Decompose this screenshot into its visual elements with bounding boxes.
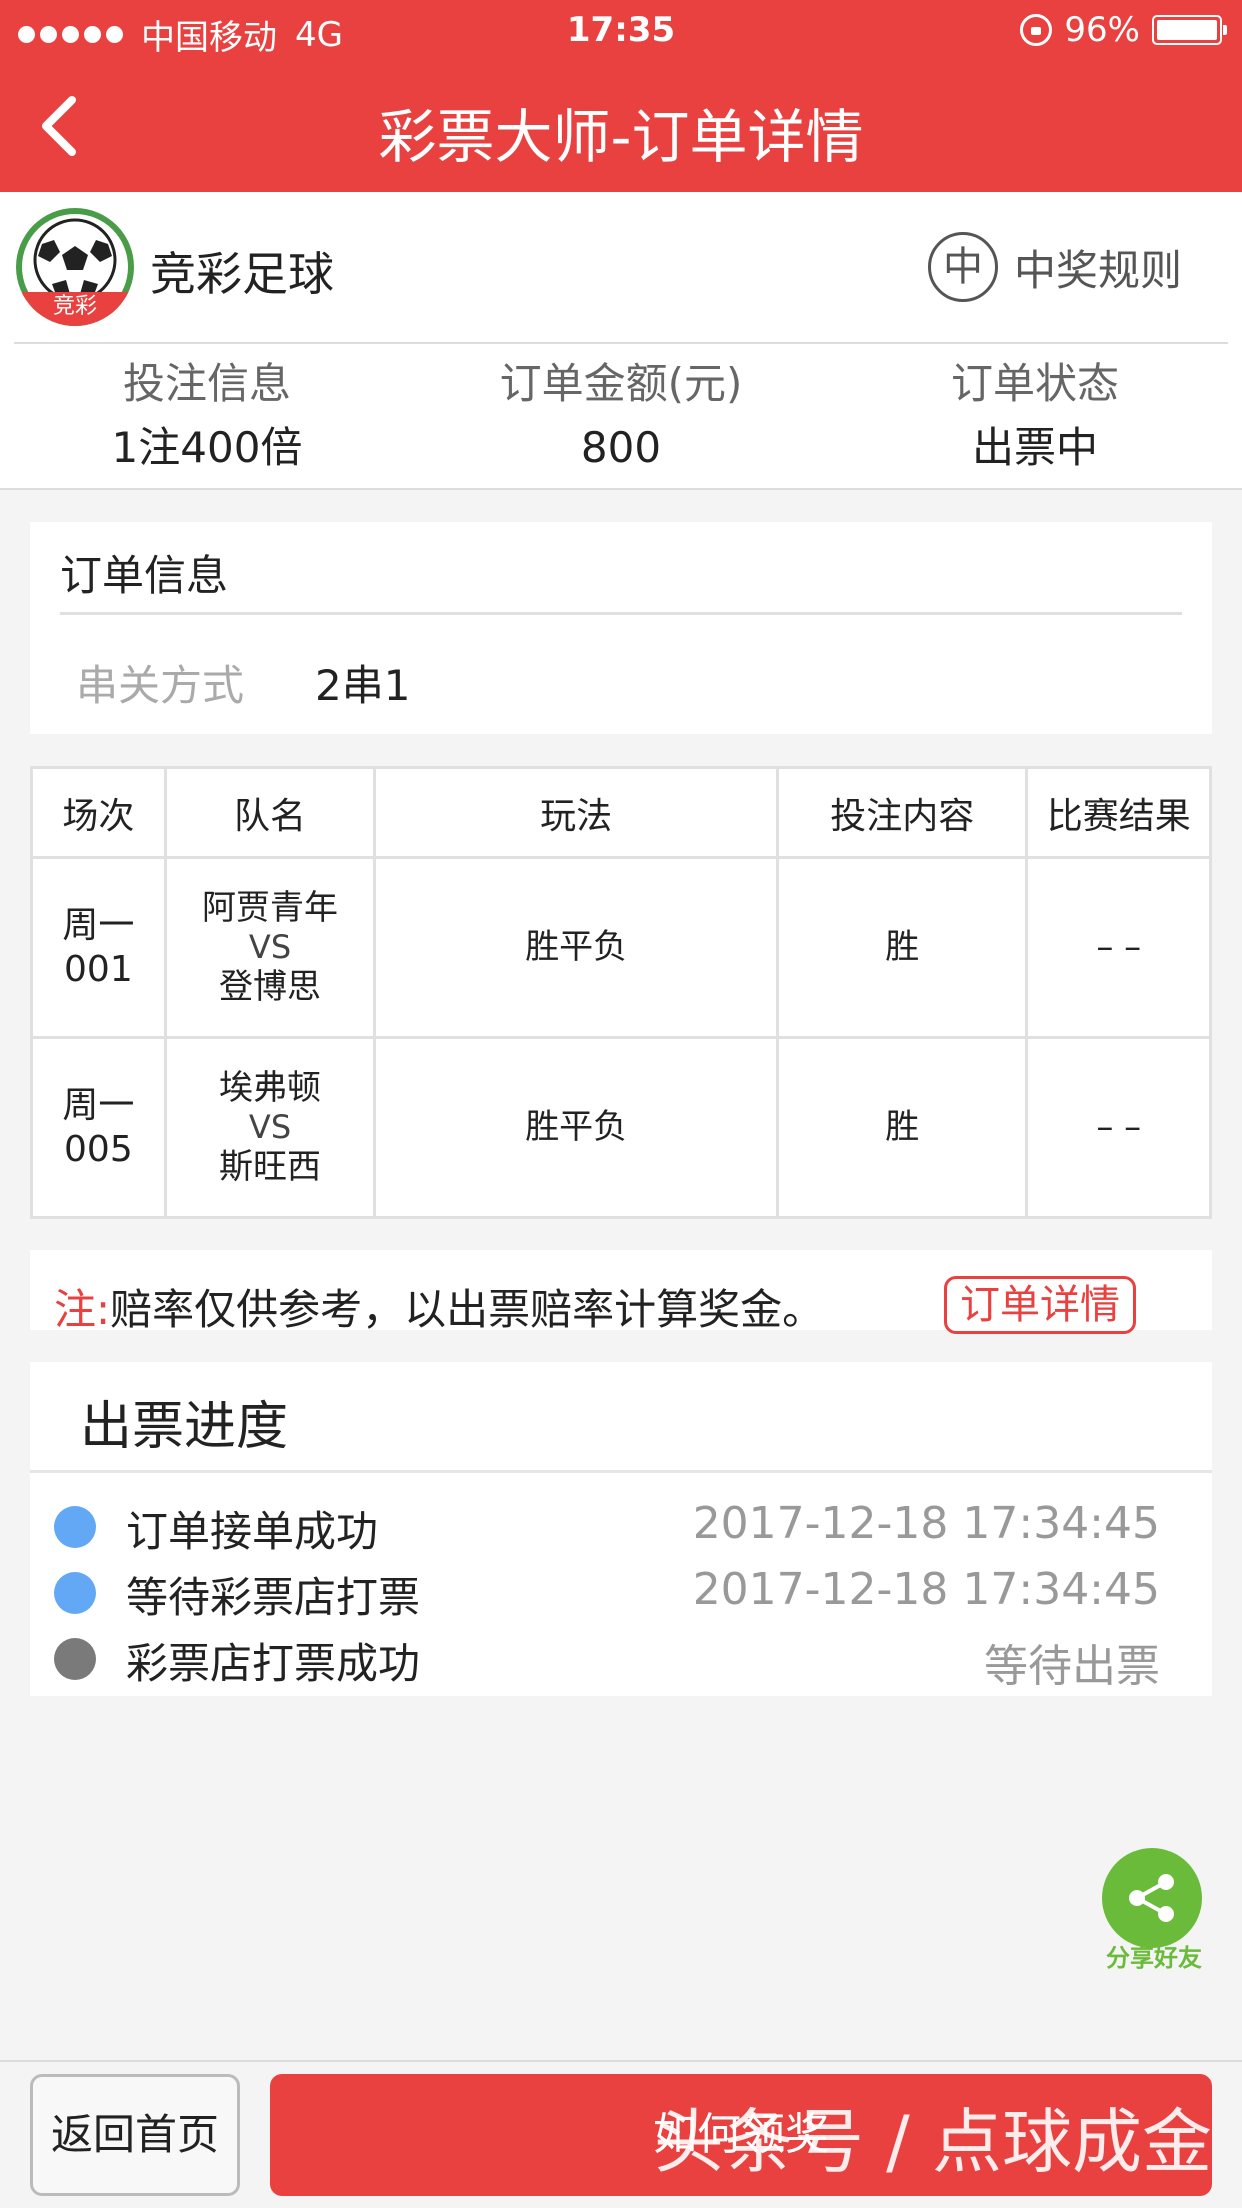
match-number: 005 — [64, 1128, 133, 1170]
ticket-progress-panel: 出票进度 订单接单成功 2017-12-18 17:34:45 等待彩票店打票 … — [30, 1362, 1212, 1696]
order-header: 竞彩 竞彩足球 中 中奖规则 投注信息 1注400倍 订单金额(元) 800 订… — [0, 192, 1242, 490]
match-day: 周一 — [62, 1085, 135, 1127]
play-type-cell: 胜平负 — [373, 1036, 780, 1219]
match-seq-cell: 周一 005 — [30, 1036, 167, 1219]
home-team: 阿贾青年 — [202, 887, 339, 928]
column-header: 投注内容 — [776, 766, 1029, 859]
summary-order-status: 订单状态 出票中 — [828, 352, 1242, 480]
summary-label: 订单金额(元) — [499, 359, 743, 408]
watermark: 头条号 / 点球成金 — [653, 2101, 1212, 2183]
step-done-dot-icon — [54, 1506, 96, 1548]
prize-rules-label: 中奖规则 — [1013, 245, 1182, 295]
bet-content-cell: 胜 — [776, 1036, 1029, 1219]
divider — [30, 1470, 1212, 1473]
step-time: 2017-12-18 17:34:45 — [692, 1564, 1160, 1615]
battery-group: 96% — [1020, 10, 1227, 50]
parlay-label: 串关方式 — [76, 661, 245, 710]
column-header: 场次 — [30, 766, 167, 859]
teams-cell: 阿贾青年 VS 登博思 — [163, 856, 377, 1039]
progress-step: 等待彩票店打票 2017-12-18 17:34:45 — [30, 1558, 1212, 1624]
progress-step: 彩票店打票成功 等待出票 — [30, 1624, 1212, 1692]
progress-step: 订单接单成功 2017-12-18 17:34:45 — [30, 1492, 1212, 1558]
column-header: 队名 — [163, 766, 377, 859]
summary-label: 投注信息 — [122, 359, 291, 408]
odds-note: 注:赔率仅供参考，以出票赔率计算奖金。 订单详情 — [30, 1250, 1212, 1334]
summary-value: 1注400倍 — [111, 423, 303, 472]
summary-bet-info: 投注信息 1注400倍 — [0, 352, 414, 480]
note-text: 注:赔率仅供参考，以出票赔率计算奖金。 — [54, 1276, 824, 1337]
bet-content-cell: 胜 — [776, 856, 1029, 1039]
step-label: 彩票店打票成功 — [126, 1639, 421, 1688]
match-seq-cell: 周一 001 — [30, 856, 167, 1039]
match-table: 场次 队名 玩法 投注内容 比赛结果 周一 001 阿贾青年 VS 登博思 胜平… — [30, 766, 1212, 1219]
step-time: 等待出票 — [984, 1641, 1160, 1692]
status-bar: 中国移动 4G 17:35 96% — [0, 0, 1242, 62]
note-body: 赔率仅供参考，以出票赔率计算奖金。 — [110, 1285, 825, 1334]
order-info-title: 订单信息 — [60, 551, 229, 600]
table-row: 周一 005 埃弗顿 VS 斯旺西 胜平负 胜 – – — [30, 1036, 1212, 1219]
away-team: 登博思 — [219, 966, 322, 1007]
table-header-row: 场次 队名 玩法 投注内容 比赛结果 — [30, 766, 1212, 859]
rotation-lock-icon — [1020, 14, 1053, 46]
note-prefix: 注: — [54, 1285, 111, 1334]
table-row: 周一 001 阿贾青年 VS 登博思 胜平负 胜 – – — [30, 856, 1212, 1039]
divider — [60, 612, 1182, 615]
order-summary: 投注信息 1注400倍 订单金额(元) 800 订单状态 出票中 — [0, 352, 1242, 480]
share-icon — [1129, 1874, 1174, 1922]
home-team: 埃弗顿 — [219, 1067, 322, 1108]
summary-order-amount: 订单金额(元) 800 — [414, 352, 828, 480]
match-result-cell: – – — [1025, 856, 1212, 1039]
football-logo-icon: 竞彩 — [16, 208, 134, 326]
summary-value: 800 — [580, 423, 662, 472]
parlay-value: 2串1 — [315, 661, 411, 710]
match-result-cell: – – — [1025, 1036, 1212, 1219]
step-label: 等待彩票店打票 — [126, 1573, 421, 1622]
away-team: 斯旺西 — [219, 1146, 322, 1187]
battery-percent: 96% — [1064, 10, 1140, 50]
logo-badge: 竞彩 — [16, 292, 134, 326]
teams-cell: 埃弗顿 VS 斯旺西 — [163, 1036, 377, 1219]
order-detail-button[interactable]: 订单详情 — [944, 1276, 1136, 1334]
order-info-card: 订单信息 串关方式 2串1 — [30, 522, 1212, 734]
summary-label: 订单状态 — [950, 359, 1119, 408]
step-done-dot-icon — [54, 1572, 96, 1614]
prize-rules-link[interactable]: 中 中奖规则 — [927, 232, 1182, 302]
play-type-cell: 胜平负 — [373, 856, 780, 1039]
divider — [14, 342, 1228, 344]
share-button[interactable] — [1102, 1848, 1202, 1948]
vs-label: VS — [248, 928, 292, 967]
battery-icon — [1152, 15, 1227, 45]
step-time: 2017-12-18 17:34:45 — [692, 1498, 1160, 1549]
share-label: 分享好友 — [1106, 1944, 1202, 1972]
progress-title: 出票进度 — [80, 1397, 289, 1457]
nav-bar: 彩票大师-订单详情 — [0, 62, 1242, 192]
prize-rules-icon: 中 — [927, 232, 998, 302]
match-day: 周一 — [62, 905, 135, 947]
step-pending-dot-icon — [54, 1638, 96, 1680]
back-to-home-button[interactable]: 返回首页 — [30, 2074, 240, 2196]
lottery-name: 竞彩足球 — [150, 247, 334, 301]
vs-label: VS — [248, 1108, 292, 1147]
match-number: 001 — [64, 948, 133, 990]
page-title: 彩票大师-订单详情 — [378, 103, 864, 171]
step-label: 订单接单成功 — [126, 1507, 379, 1556]
column-header: 比赛结果 — [1025, 766, 1212, 859]
summary-value: 出票中 — [971, 423, 1098, 472]
column-header: 玩法 — [373, 766, 780, 859]
